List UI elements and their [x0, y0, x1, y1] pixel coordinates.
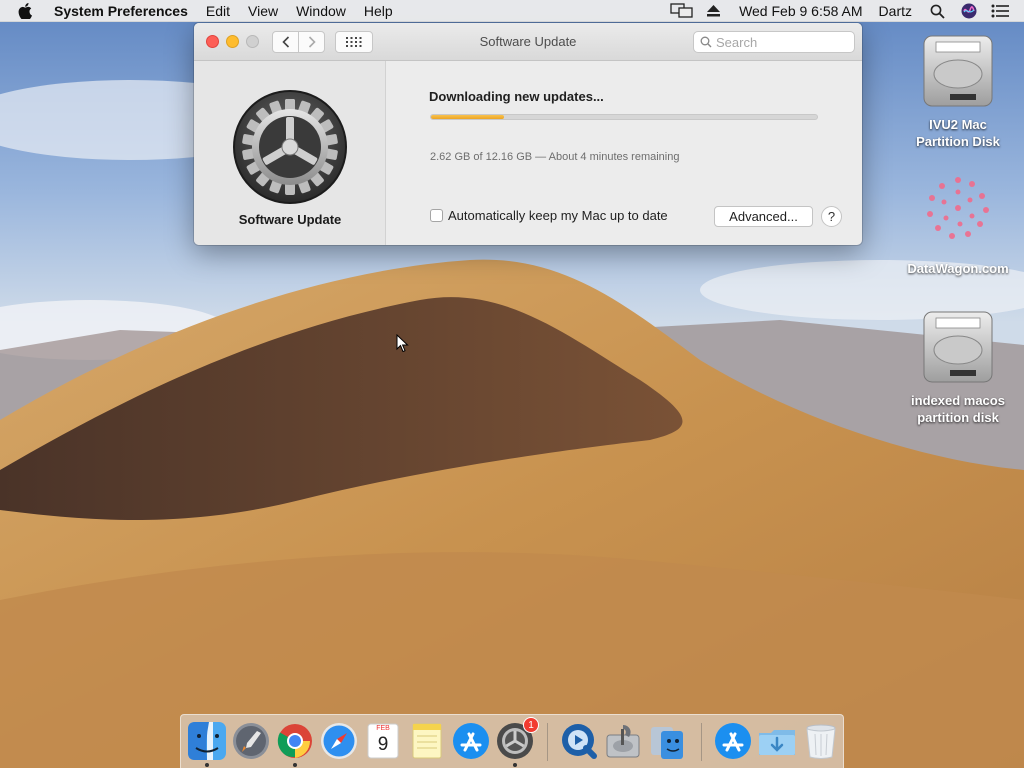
forward-button[interactable] [298, 31, 325, 53]
help-button[interactable]: ? [821, 206, 842, 227]
downloads-folder-icon [759, 730, 795, 755]
calendar-month: FEB [376, 725, 390, 732]
disk-utility-icon [606, 725, 640, 758]
advanced-button[interactable]: Advanced... [714, 206, 813, 227]
dock: FEB 9 1 [180, 714, 844, 768]
chevron-left-icon [281, 36, 289, 48]
apple-menu-icon[interactable] [18, 0, 38, 22]
display-mirroring-icon[interactable] [669, 0, 695, 22]
hard-disk-icon [923, 35, 993, 107]
spotlight-search-icon[interactable] [928, 0, 946, 22]
safari-icon [321, 723, 357, 759]
desktop-icon-indexed-partition[interactable]: indexed macos partition disk [903, 308, 1013, 426]
desktop-icon-label: IVU2 Mac Partition Disk [916, 117, 1000, 149]
menu-window[interactable]: Window [296, 3, 346, 19]
grid-icon [346, 37, 362, 47]
dock-calendar[interactable]: FEB 9 [363, 721, 403, 761]
app-store-icon [715, 723, 751, 759]
download-progress-fill [431, 115, 505, 119]
datawagon-logo-icon [927, 177, 989, 239]
dock-app-store-stack[interactable] [713, 721, 753, 761]
desktop-icon-label: DataWagon.com [907, 261, 1009, 276]
desktop-icon-datawagon[interactable]: DataWagon.com [903, 172, 1013, 277]
zoom-button[interactable] [246, 35, 259, 48]
menu-user[interactable]: Dartz [879, 3, 912, 19]
show-all-button[interactable] [335, 31, 373, 53]
dock-quicktime[interactable] [559, 721, 599, 761]
hard-disk-icon [923, 311, 993, 383]
desktop-icon-label: indexed macos partition disk [911, 393, 1005, 425]
sidebar-pane: Software Update [194, 61, 386, 245]
app-store-icon [453, 723, 489, 759]
dock-separator [701, 723, 702, 761]
auto-update-checkbox[interactable] [430, 209, 443, 222]
minimize-button[interactable] [226, 35, 239, 48]
download-progress-bar [430, 114, 818, 120]
dock-migration-assistant[interactable] [647, 721, 687, 761]
pane-title: Software Update [238, 212, 342, 227]
dock-launchpad[interactable] [231, 721, 271, 761]
software-update-window: Software Update Search Software Update D… [194, 23, 862, 245]
desktop-icon-ivu2-partition[interactable]: IVU2 Mac Partition Disk [903, 32, 1013, 150]
siri-icon[interactable] [960, 0, 978, 22]
notification-badge: 1 [523, 717, 539, 733]
menu-app-name[interactable]: System Preferences [54, 3, 188, 19]
launchpad-icon [233, 723, 269, 759]
menu-edit[interactable]: Edit [206, 3, 230, 19]
running-indicator [293, 763, 297, 767]
notes-icon [412, 723, 442, 759]
chrome-icon [277, 724, 312, 758]
download-status: Downloading new updates... [429, 89, 604, 104]
search-field[interactable] [693, 31, 855, 53]
mouse-cursor-icon [396, 334, 409, 353]
dock-safari[interactable] [319, 721, 359, 761]
close-button[interactable] [206, 35, 219, 48]
dock-finder[interactable] [187, 721, 227, 761]
dock-chrome[interactable] [275, 721, 315, 761]
finder-icon [188, 722, 226, 760]
dock-separator [547, 723, 548, 761]
quicktime-icon [562, 724, 597, 759]
back-button[interactable] [272, 31, 299, 53]
menu-clock[interactable]: Wed Feb 9 6:58 AM [739, 3, 862, 19]
dock-notes[interactable] [407, 721, 447, 761]
download-progress-text: 2.62 GB of 12.16 GB — About 4 minutes re… [430, 151, 680, 163]
software-update-gear-icon [232, 89, 348, 205]
calendar-day: 9 [377, 734, 389, 755]
menu-help[interactable]: Help [364, 3, 393, 19]
auto-update-label: Automatically keep my Mac up to date [448, 208, 668, 223]
dock-disk-utility[interactable] [603, 721, 643, 761]
notification-center-icon[interactable] [990, 0, 1010, 22]
migration-assistant-icon [651, 727, 683, 759]
menu-extras: Wed Feb 9 6:58 AM Dartz [669, 0, 1024, 22]
dock-system-preferences[interactable]: 1 [495, 717, 539, 761]
chevron-right-icon [308, 36, 316, 48]
eject-icon[interactable] [705, 0, 721, 22]
running-indicator [513, 763, 517, 767]
running-indicator [205, 763, 209, 767]
search-input[interactable] [716, 34, 846, 50]
auto-update-option[interactable]: Automatically keep my Mac up to date [430, 208, 668, 223]
title-bar[interactable]: Software Update [194, 23, 862, 61]
search-icon [700, 36, 712, 48]
dock-downloads[interactable] [757, 721, 797, 761]
menu-view[interactable]: View [248, 3, 278, 19]
menu-bar: System Preferences Edit View Window Help… [0, 0, 1024, 22]
dock-app-store[interactable] [451, 721, 491, 761]
dock-trash[interactable] [801, 721, 841, 761]
trash-icon [806, 724, 836, 759]
